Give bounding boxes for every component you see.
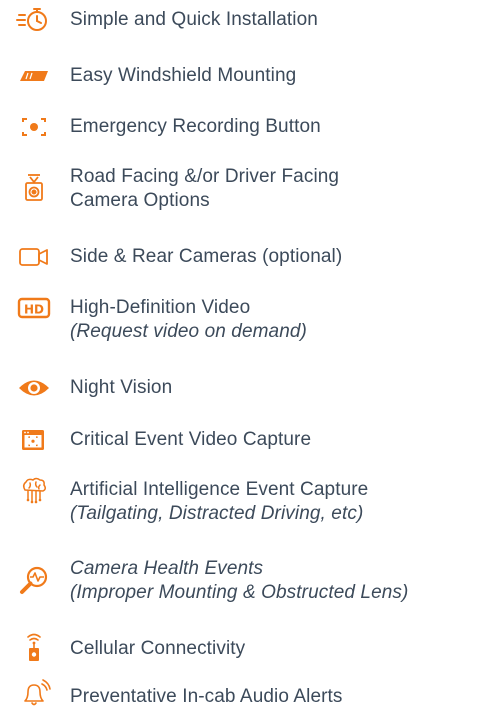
- dashcam-icon: [16, 173, 52, 203]
- feature-title: Camera Health Events: [70, 558, 264, 579]
- feature-title: Easy Windshield Mounting: [70, 65, 297, 86]
- stopwatch-icon: [16, 5, 52, 35]
- feature-subtitle: (Improper Mounting & Obstructed Lens): [70, 582, 409, 603]
- feature-title: Cellular Connectivity: [70, 638, 246, 659]
- feature-text: Camera Health Events (Improper Mounting …: [70, 557, 408, 605]
- svg-text:HD: HD: [24, 303, 44, 317]
- feature-title: Preventative In-cab Audio Alerts: [70, 686, 343, 707]
- feature-title: Artificial Intelligence Event Capture: [70, 479, 369, 500]
- record-button-icon: [16, 112, 52, 142]
- feature-title: High-Definition Video: [70, 297, 251, 318]
- feature-text: Artificial Intelligence Event Capture (T…: [70, 478, 368, 526]
- feature-subtitle: (Tailgating, Distracted Driving, etc): [70, 503, 364, 524]
- bell-alert-icon: [16, 677, 52, 707]
- feature-title: Simple and Quick Installation: [70, 9, 318, 30]
- feature-text: Road Facing &/or Driver Facing Camera Op…: [70, 165, 339, 213]
- feature-text: High-Definition Video (Request video on …: [70, 296, 307, 344]
- event-capture-icon: [16, 425, 52, 455]
- eye-icon: [16, 373, 52, 403]
- windshield-icon: [16, 61, 52, 91]
- ai-brain-icon: [16, 475, 52, 505]
- feature-list: Simple and Quick Installation Easy Winds…: [0, 0, 491, 711]
- feature-title: Emergency Recording Button: [70, 116, 321, 137]
- video-camera-icon: [16, 242, 52, 272]
- feature-title: Critical Event Video Capture: [70, 429, 312, 450]
- health-magnifier-icon: [16, 565, 52, 595]
- feature-title: Side & Rear Cameras (optional): [70, 246, 343, 267]
- cellular-icon: [16, 632, 52, 662]
- feature-title: Night Vision: [70, 377, 173, 398]
- hd-icon: HD: [16, 293, 52, 323]
- feature-title: Road Facing &/or Driver Facing: [70, 166, 340, 187]
- feature-subtitle: (Request video on demand): [70, 321, 307, 342]
- feature-subtitle: Camera Options: [70, 190, 210, 211]
